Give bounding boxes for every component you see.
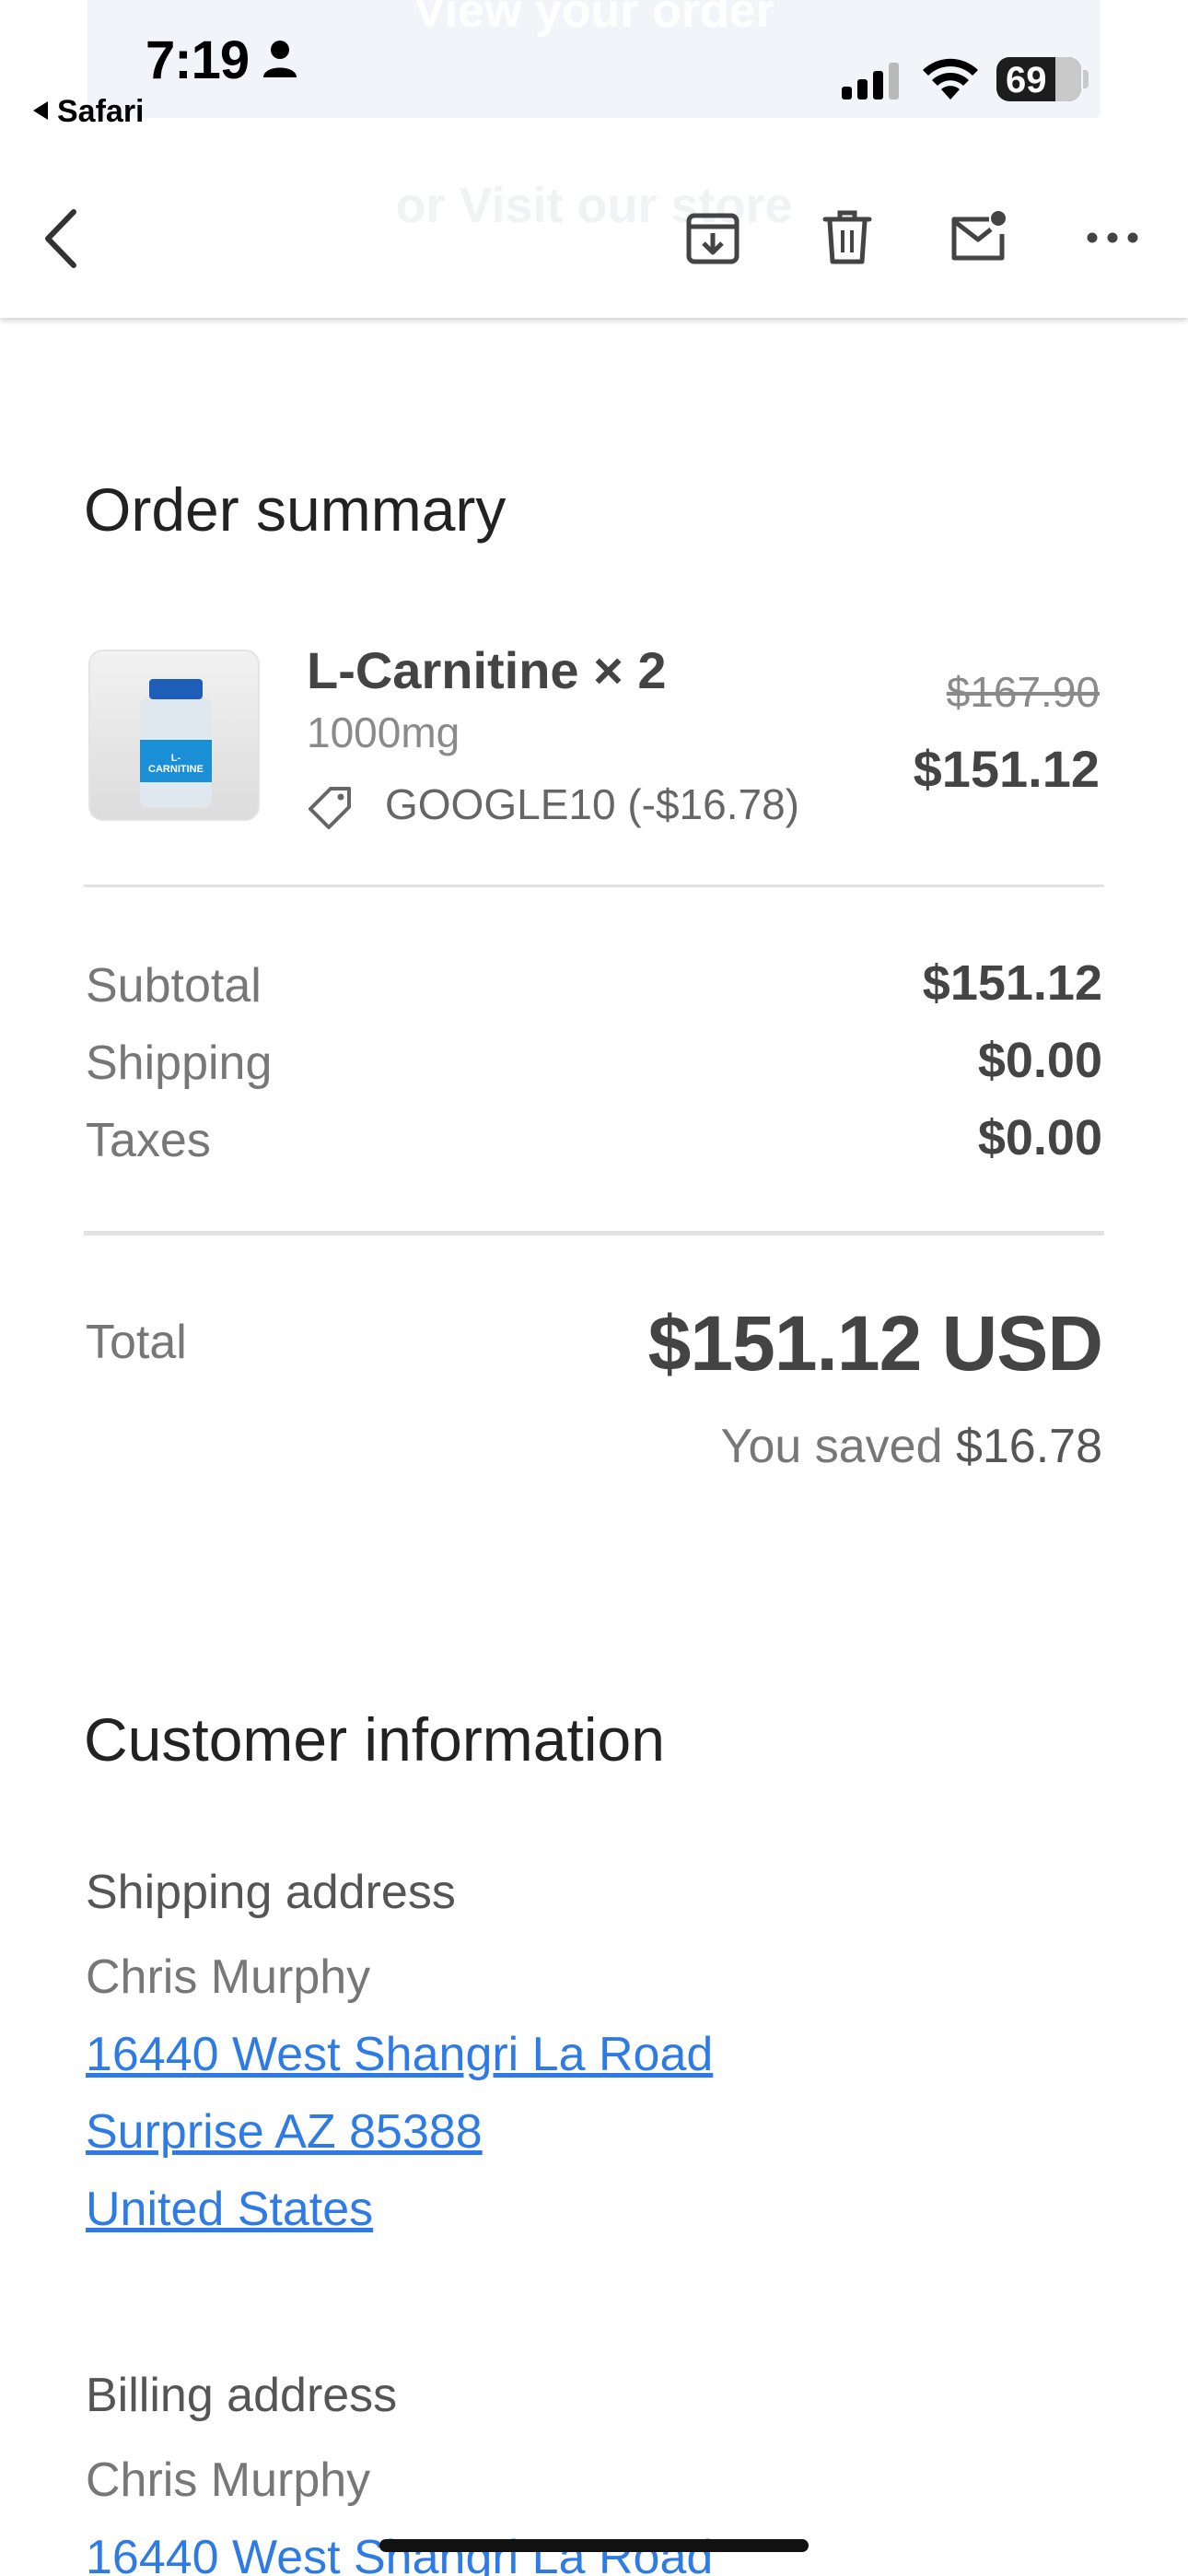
shipping-city-link[interactable]: Surprise AZ 85388 — [86, 2104, 483, 2160]
taxes-label: Taxes — [86, 1114, 211, 1167]
battery-level: 69 — [1006, 60, 1047, 100]
customer-information-title: Customer information — [84, 1705, 665, 1774]
product-variant: 1000mg — [307, 708, 460, 756]
back-app-label: Safari — [57, 94, 145, 129]
shipping-name: Chris Murphy — [86, 1950, 371, 2004]
original-price: $167.90 — [946, 668, 1100, 716]
visit-store-link[interactable]: or Visit our store — [0, 177, 1188, 234]
divider — [84, 1231, 1104, 1235]
saved-amount: $16.78 — [955, 1420, 1102, 1473]
subtotal-label: Subtotal — [86, 959, 262, 1013]
cellular-signal-icon — [842, 63, 899, 100]
order-summary-title: Order summary — [84, 475, 507, 544]
email-header: View your order or Visit our store 7:19 … — [0, 0, 1188, 318]
home-indicator[interactable] — [379, 2539, 809, 2552]
thumbnail-text: L-CARNITINE — [148, 753, 204, 775]
product-thumbnail: L-CARNITINE — [88, 650, 260, 821]
more-icon[interactable] — [1083, 208, 1142, 267]
savings-line: You saved $16.78 — [721, 1419, 1102, 1474]
discount-tag-icon — [309, 787, 351, 829]
final-price: $151.12 — [913, 740, 1100, 798]
total-label: Total — [86, 1316, 187, 1369]
wifi-icon — [923, 58, 978, 100]
battery-tip — [1083, 70, 1089, 88]
shipping-street-link[interactable]: 16440 West Shangri La Road — [86, 2027, 713, 2082]
mark-unread-icon[interactable] — [949, 208, 1007, 267]
back-triangle-icon — [33, 101, 48, 120]
battery-indicator: 69 — [996, 57, 1081, 101]
billing-street-link[interactable]: 16440 West Shangri La Road — [86, 2530, 713, 2576]
billing-name: Chris Murphy — [86, 2453, 371, 2507]
billing-address-heading: Billing address — [86, 2369, 398, 2422]
back-to-safari[interactable]: Safari — [33, 94, 145, 130]
shipping-label: Shipping — [86, 1036, 273, 1090]
shipping-country-link[interactable]: United States — [86, 2182, 373, 2237]
discount-code: GOOGLE10 (-$16.78) — [385, 780, 799, 828]
status-time: 7:19 — [146, 30, 250, 90]
shipping-address-heading: Shipping address — [86, 1866, 456, 1919]
total-value: $151.12 USD — [647, 1300, 1103, 1387]
back-chevron-icon[interactable] — [39, 206, 85, 271]
trash-icon[interactable] — [818, 208, 877, 267]
person-icon — [263, 41, 297, 77]
subtotal-value: $151.12 — [922, 955, 1102, 1011]
shipping-value: $0.00 — [977, 1033, 1102, 1088]
taxes-value: $0.00 — [977, 1110, 1102, 1165]
product-name: L-Carnitine × 2 — [307, 641, 667, 699]
saved-label: You saved — [720, 1420, 943, 1473]
archive-icon[interactable] — [683, 208, 742, 267]
divider — [84, 884, 1104, 887]
